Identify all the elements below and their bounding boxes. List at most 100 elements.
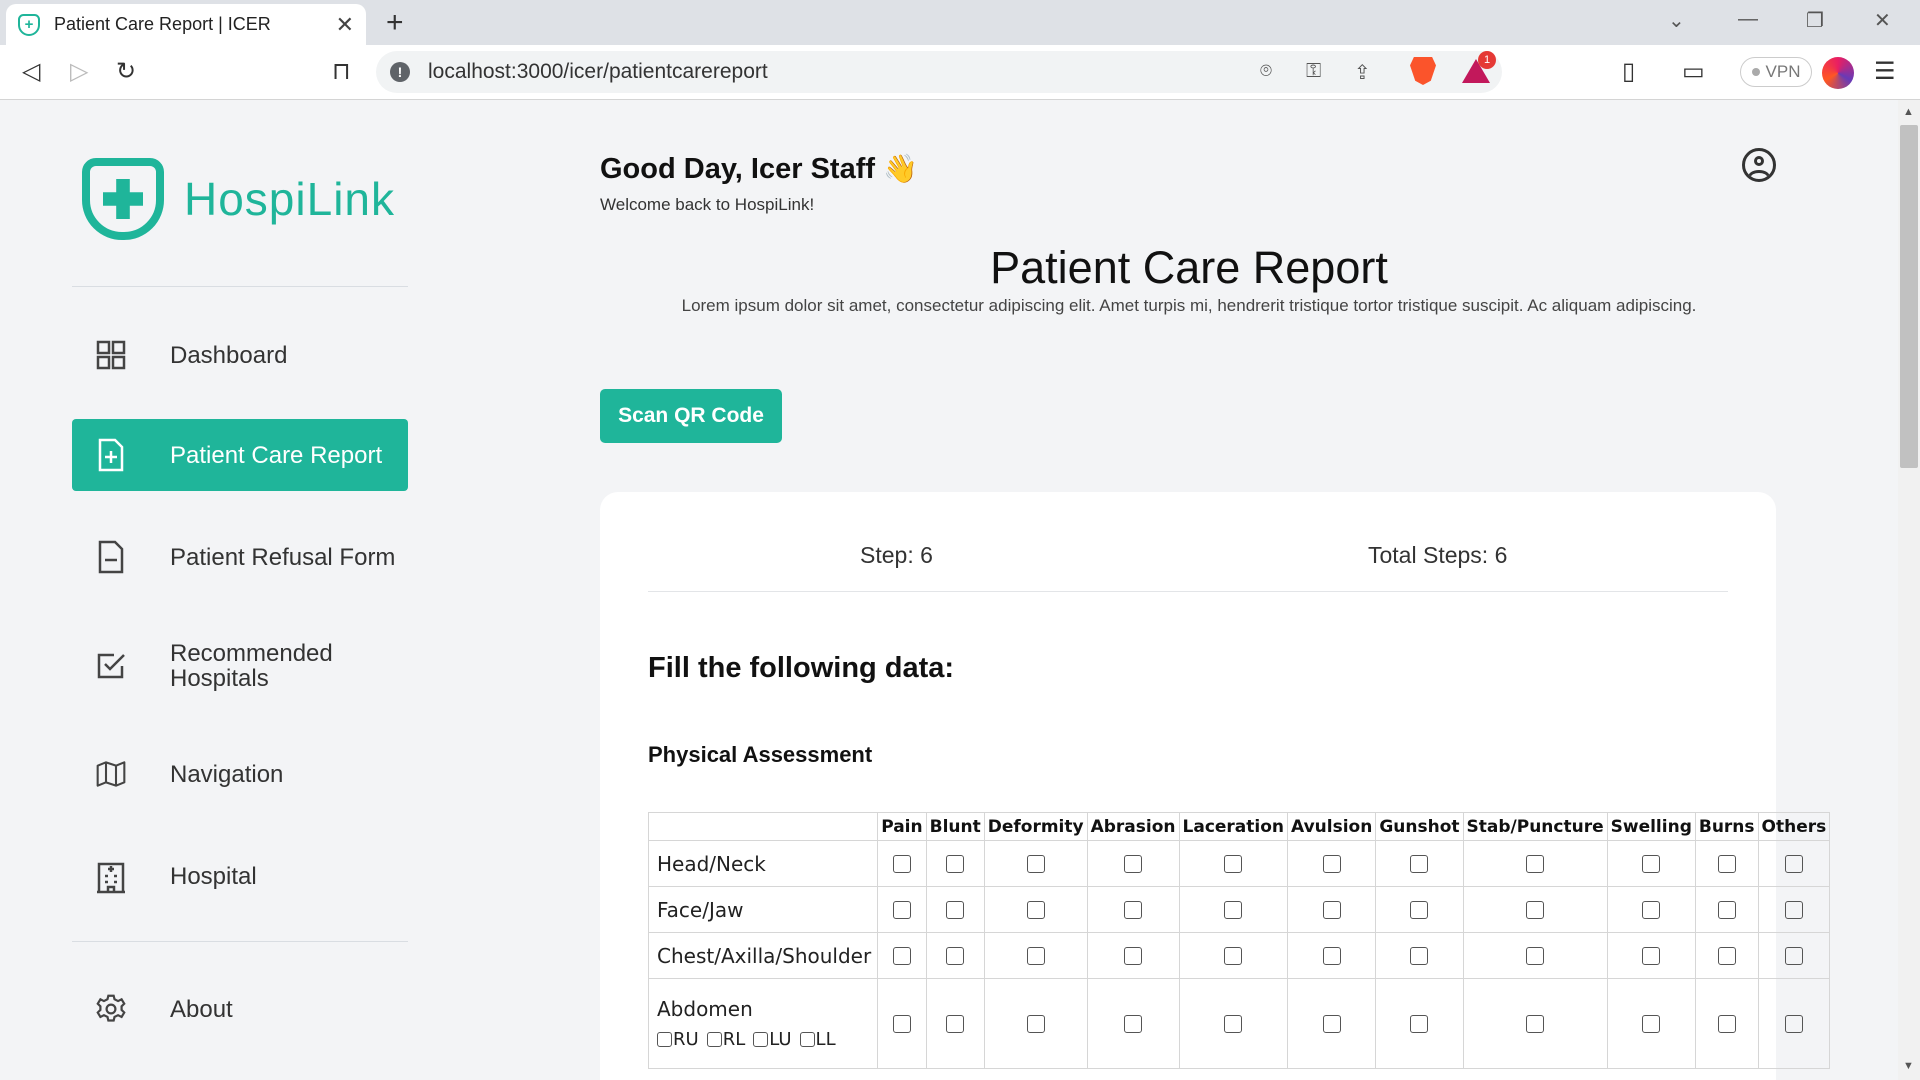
assessment-checkbox[interactable] [946,901,965,920]
assessment-checkbox[interactable] [892,947,911,966]
assessment-checkbox[interactable] [1026,855,1045,874]
assessment-checkbox[interactable] [1026,901,1045,920]
browser-tab[interactable]: + Patient Care Report | ICER ✕ [6,4,366,45]
assessment-checkbox[interactable] [1526,855,1545,874]
bookmark-icon[interactable]: ⊓ [332,57,351,86]
hospilink-logo[interactable]: HospiLink [82,158,395,240]
section-heading: Physical Assessment [648,742,873,767]
assessment-checkbox[interactable] [1322,1015,1341,1034]
assessment-checkbox[interactable] [1224,947,1243,966]
wallet-icon[interactable]: ▭ [1682,57,1705,86]
assessment-checkbox[interactable] [1642,855,1661,874]
assessment-checkbox[interactable] [1224,1015,1243,1034]
assessment-checkbox[interactable] [1410,901,1429,920]
assessment-checkbox[interactable] [1717,855,1736,874]
assessment-checkbox[interactable] [946,947,965,966]
quadrant-label: RU [673,1029,699,1050]
assessment-checkbox[interactable] [892,1015,911,1034]
body-part-label: Head/Neck [647,840,879,887]
window-close-icon[interactable]: ✕ [1874,8,1891,33]
sidebar-divider [72,941,408,942]
assessment-checkbox[interactable] [1026,1015,1045,1034]
assessment-checkbox[interactable] [1224,855,1243,874]
scan-qr-code-button[interactable]: Scan QR Code [600,389,782,443]
assessment-checkbox[interactable] [1026,947,1045,966]
forward-icon[interactable]: ▷ [70,57,88,86]
assessment-checkbox[interactable] [1410,947,1429,966]
sidebar-item-navigation[interactable]: Navigation [72,738,408,810]
scroll-up-icon[interactable]: ▲ [1903,106,1914,118]
physical-assessment-table: Pain Blunt Deformity Abrasion Laceration… [647,812,1831,1069]
assessment-checkbox[interactable] [946,1015,965,1034]
column-header: Deformity [983,812,1088,841]
sidebar-item-patient-care-report[interactable]: Patient Care Report [72,419,408,491]
assessment-checkbox[interactable] [1642,1015,1661,1034]
tab-title: Patient Care Report | ICER [54,14,271,34]
sidebar-item-hospital[interactable]: Hospital [72,840,408,912]
sidebar-toggle-icon[interactable]: ▯ [1622,57,1635,86]
sidebar-item-patient-refusal-form[interactable]: Patient Refusal Form [72,521,408,593]
assessment-checkbox[interactable] [1322,901,1341,920]
assessment-checkbox[interactable] [1717,901,1736,920]
assessment-checkbox[interactable] [1642,901,1661,920]
assessment-checkbox[interactable] [1124,901,1143,920]
quadrant-checkbox-rl[interactable] [706,1032,722,1047]
reload-icon[interactable]: ↻ [116,57,136,86]
assessment-checkbox[interactable] [946,855,965,874]
menu-icon[interactable]: ☰ [1874,57,1896,86]
address-bar[interactable]: ! localhost:3000/icer/patientcarereport … [376,51,1502,93]
sidebar-item-recommended-hospitals[interactable]: Recommended Hospitals [72,630,408,702]
profile-avatar[interactable] [1822,57,1854,89]
assessment-checkbox[interactable] [1784,901,1803,920]
sidebar-item-about[interactable]: About [72,973,408,1045]
user-account-icon[interactable] [1742,148,1776,182]
sidebar-item-label: Recommended Hospitals [170,640,333,692]
assessment-checkbox[interactable] [1410,1015,1429,1034]
corner-cell [647,812,879,841]
key-icon[interactable]: ⚿ [1306,60,1321,83]
checkbox-icon [96,649,126,683]
quadrant-checkbox-ll[interactable] [799,1032,815,1047]
url-text: localhost:3000/icer/patientcarereport [428,60,768,83]
vpn-button[interactable]: VPN [1740,57,1812,87]
column-header: Swelling [1606,812,1696,841]
assessment-checkbox[interactable] [1124,1015,1143,1034]
restore-icon[interactable]: ❐ [1806,8,1824,33]
map-icon [96,757,126,791]
column-header: Stab/Puncture [1462,812,1608,841]
column-header: Blunt [925,812,985,841]
assessment-checkbox[interactable] [1784,855,1803,874]
back-icon[interactable]: ◁ [22,57,40,86]
hospilink-favicon-icon: + [18,13,40,36]
scrollbar-thumb[interactable] [1900,125,1918,468]
new-tab-icon[interactable]: + [386,6,404,40]
assessment-checkbox[interactable] [1124,947,1143,966]
assessment-checkbox[interactable] [1784,947,1803,966]
table-header-row: Pain Blunt Deformity Abrasion Laceration… [647,812,1831,841]
quadrant-checkbox-ru[interactable] [657,1032,672,1047]
assessment-checkbox[interactable] [1410,855,1429,874]
assessment-checkbox[interactable] [1224,901,1243,920]
vpn-status-dot [1751,68,1760,76]
site-info-icon[interactable]: ! [390,62,410,82]
assessment-checkbox[interactable] [1717,947,1736,966]
assessment-checkbox[interactable] [1717,1015,1736,1034]
assessment-checkbox[interactable] [1784,1015,1803,1034]
sidebar-item-dashboard[interactable]: Dashboard [72,319,408,391]
assessment-checkbox[interactable] [892,901,911,920]
assessment-checkbox[interactable] [1526,901,1545,920]
tab-search-icon[interactable]: ⌄ [1668,8,1685,33]
assessment-checkbox[interactable] [1642,947,1661,966]
scroll-down-icon[interactable]: ▼ [1903,1060,1914,1072]
assessment-checkbox[interactable] [892,855,911,874]
minimize-icon[interactable]: — [1738,8,1758,31]
assessment-checkbox[interactable] [1526,947,1545,966]
quadrant-checkbox-lu[interactable] [753,1032,769,1047]
location-icon[interactable]: ⌾ [1260,60,1272,83]
share-icon[interactable]: ⇪ [1354,60,1371,85]
assessment-checkbox[interactable] [1526,1015,1545,1034]
assessment-checkbox[interactable] [1322,855,1341,874]
tab-close-icon[interactable]: ✕ [336,12,354,38]
assessment-checkbox[interactable] [1124,855,1143,874]
assessment-checkbox[interactable] [1322,947,1341,966]
